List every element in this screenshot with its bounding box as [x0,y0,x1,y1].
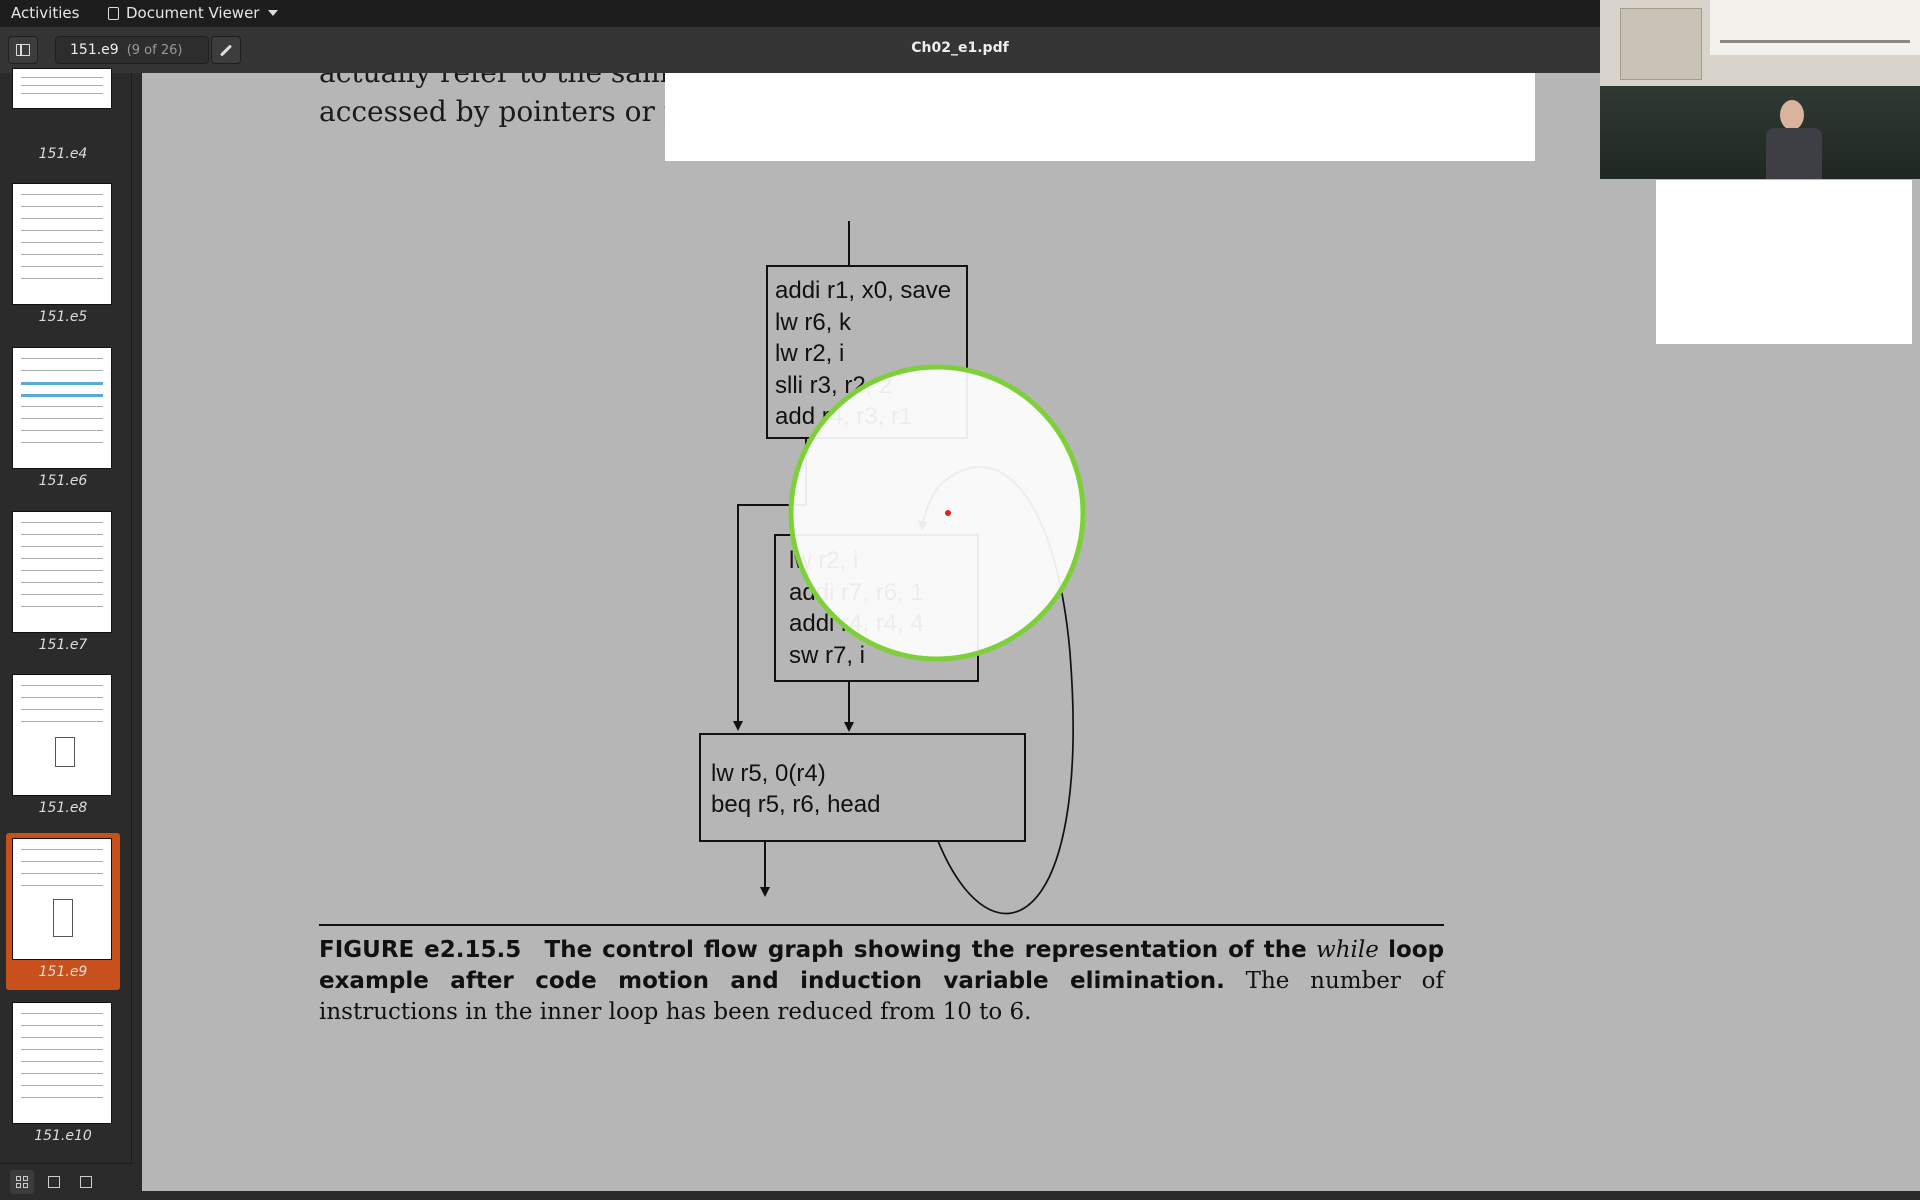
bookmarks-view-button[interactable] [74,1170,98,1194]
thumbnail-label: 151.e6 [38,473,88,489]
caption-rule [319,924,1444,926]
thumbnail-label: 151.e9 [38,964,88,980]
lecturer-camera-video [1600,86,1920,179]
thumbnail-151e7[interactable] [12,511,112,633]
activities-button[interactable]: Activities [11,4,79,22]
app-menu-label: Document Viewer [126,4,260,22]
magnifier-lens [788,364,1086,662]
overlay-white-box [1656,180,1912,344]
document-icon [108,6,119,20]
thumbnail-label: 151.e8 [38,800,88,816]
thumbnails-view-button[interactable] [10,1170,34,1194]
thumbnail-151e10[interactable] [12,1002,112,1124]
thumbnail-151e9[interactable] [12,838,112,960]
pdf-page: actually refer to the same memory locati… [142,73,1920,1191]
block1-line: lw r2, i [775,340,844,367]
block2-line: sw r7, i [789,642,865,669]
thumbnail-151e5[interactable] [12,183,112,305]
chevron-down-icon [268,10,279,16]
document-view[interactable]: actually refer to the same memory locati… [132,73,1920,1200]
pointer-dot [945,510,951,516]
grid-icon [16,1176,28,1188]
block3-box [699,733,1026,842]
bookmark-icon [80,1176,92,1188]
thumbnail-sidebar: 151.e4 151.e5 151.e6 151.e7 151.e8 151.e… [0,68,141,1200]
figure-caption: FIGURE e2.15.5 The control flow graph sh… [319,935,1444,1028]
thumbnail-label: 151.e10 [34,1128,92,1144]
app-menu[interactable]: Document Viewer [108,4,279,22]
edit-icon [48,1176,60,1188]
block1-line: lw r6, k [775,309,852,336]
thumbnail-151e8[interactable] [12,674,112,796]
sidebar-view-switcher [0,1163,141,1200]
block3-line: beq r5, r6, head [711,791,880,818]
figure-number: FIGURE e2.15.5 [319,937,522,963]
block1-line: addi r1, x0, save [775,277,951,304]
thumbnail-label: 151.e5 [38,309,88,325]
overlay-white-panel [665,73,1535,161]
thumbnail-151e4[interactable] [12,68,112,109]
block3-line: lw r5, 0(r4) [711,760,826,787]
caption-bold: The control flow graph showing the repre… [544,937,1307,963]
caption-italic: while [1316,937,1379,963]
thumbnail-label: 151.e4 [38,146,88,162]
annotations-view-button[interactable] [42,1170,66,1194]
slide-preview-video [1600,0,1920,86]
thumbnail-151e6[interactable] [12,347,112,469]
thumbnail-label: 151.e7 [38,637,88,653]
